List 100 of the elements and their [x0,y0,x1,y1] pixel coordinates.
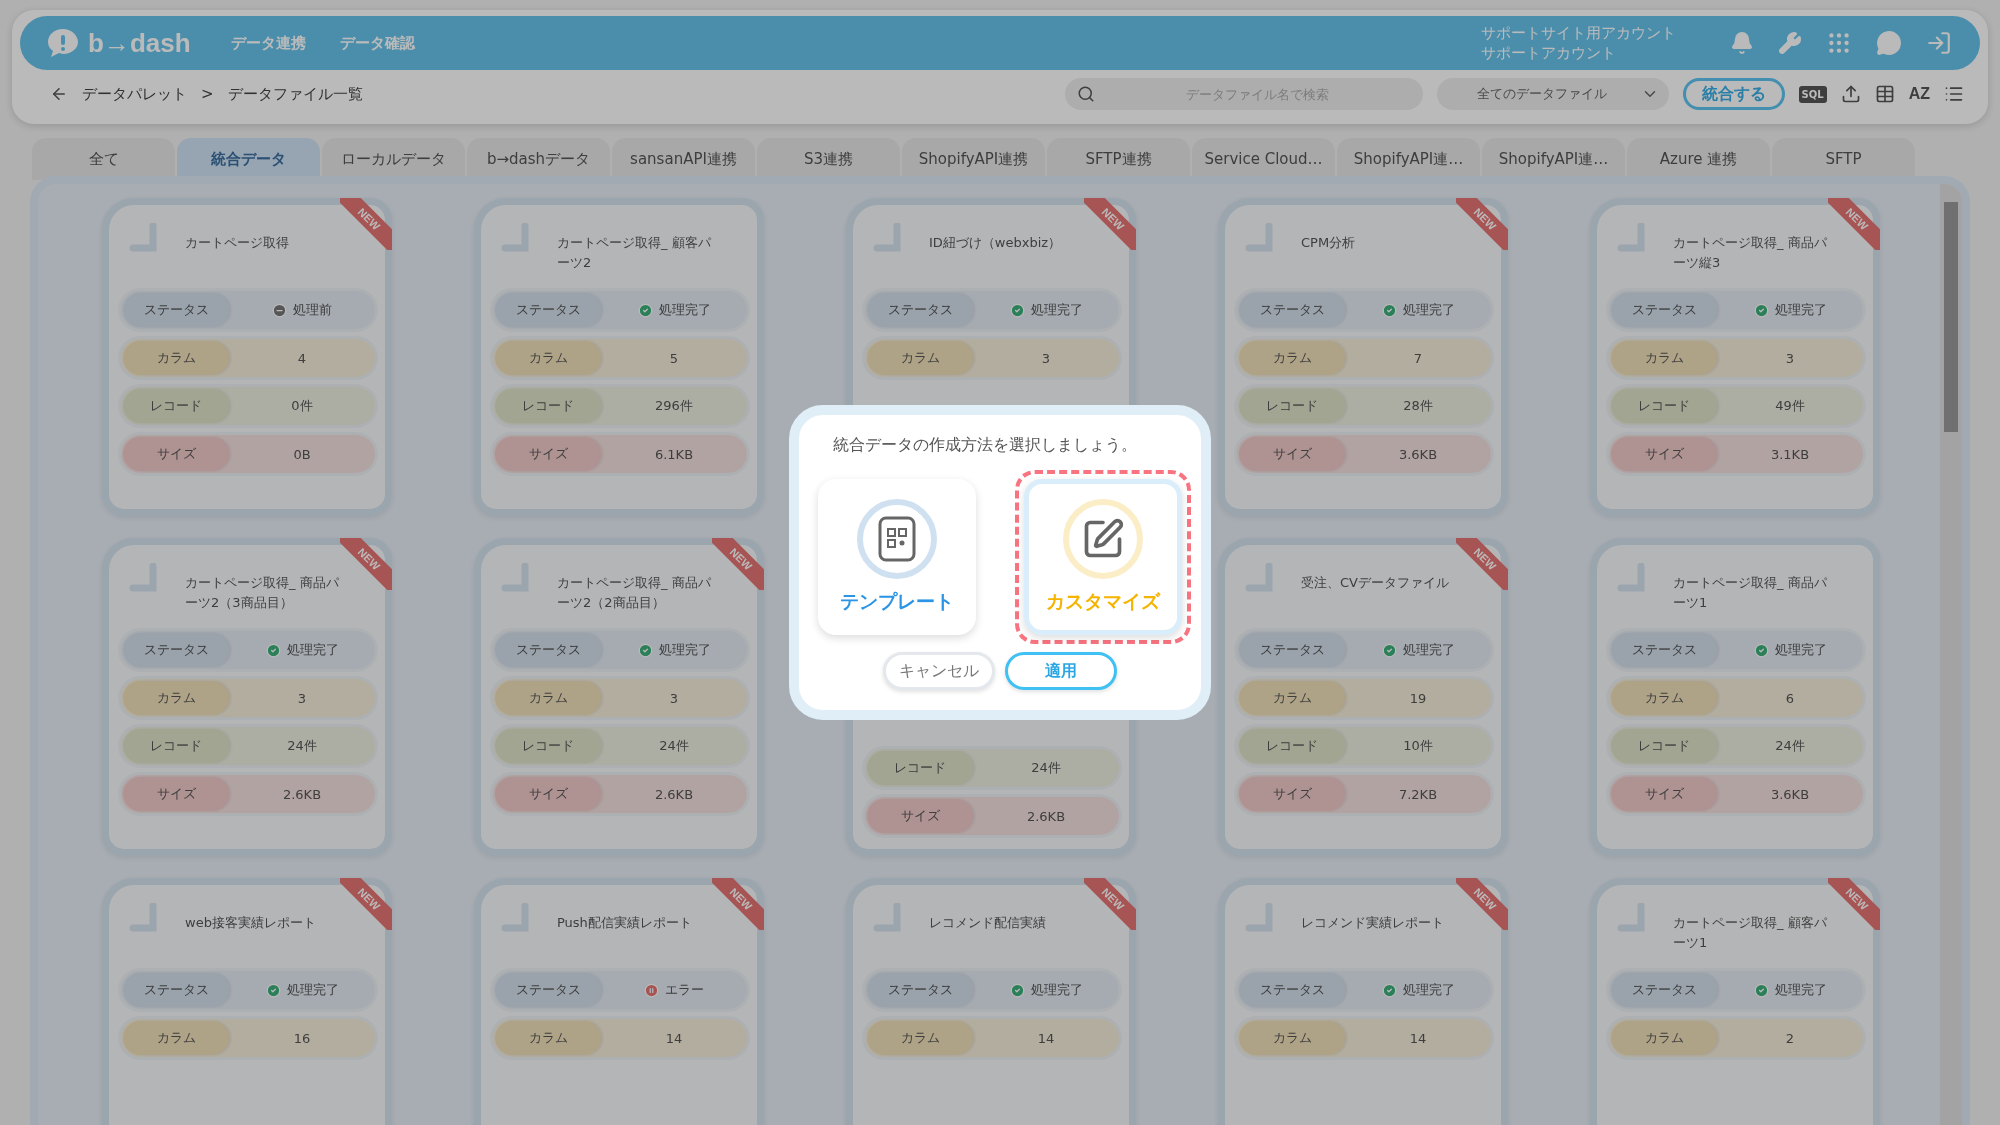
row-value: 処理完了 [1030,301,1083,319]
table-icon[interactable] [1874,84,1895,104]
row-label: カラム [1611,341,1717,375]
row-label: カラム [123,681,229,715]
row-value: 4 [297,350,307,366]
row-label: サイズ [123,437,229,471]
row-label: ステータス [495,633,601,667]
row-label: カラム [123,1021,229,1055]
row-label: カラム [1611,1021,1717,1055]
row-value: 処理完了 [1774,301,1827,319]
row-value: 6.1KB [654,446,694,462]
row-label: サイズ [495,437,601,471]
row-label: カラム [1239,341,1345,375]
row-label: カラム [1239,681,1345,715]
row-value: 処理前 [293,301,332,319]
card-title: web接客実績レポート [185,914,317,932]
row-label: ステータス [123,293,229,327]
check-icon [1381,982,1397,998]
check-icon [1009,982,1025,998]
row-label: ステータス [1611,633,1717,667]
row-label: レコード [495,729,601,763]
row-label: サイズ [867,799,973,833]
upload-icon[interactable] [1840,84,1861,104]
bell-icon[interactable] [1730,31,1754,55]
row-label: サイズ [123,777,229,811]
row-label: サイズ [495,777,601,811]
sort-button[interactable]: AZ [1908,85,1930,103]
row-value: 296件 [655,397,693,415]
check-icon [1381,302,1397,318]
row-value: 処理完了 [1402,641,1455,659]
row-label: カラム [495,341,601,375]
row-value: 処理完了 [1774,641,1827,659]
row-value: 24件 [1031,759,1061,777]
row-label: ステータス [867,293,973,327]
row-label: ステータス [123,633,229,667]
card-title: カートページ取得 [185,234,290,252]
breadcrumb-item: > [201,85,214,103]
check-icon [1753,982,1769,998]
search-icon [1076,85,1095,103]
card-title: ID紐づけ（webxbiz） [929,234,1063,252]
check-icon [637,302,653,318]
row-value: 処理完了 [1774,981,1827,999]
row-label: サイズ [1239,437,1345,471]
sql-button[interactable]: SQL [1798,85,1827,103]
data-file-card[interactable]: カートページ取得_ 商品パーツ1 ステータス 処理完了 カラム 6 レコード 24件 サイズ 3.6KB [1590,538,1880,856]
chat-icon[interactable] [1876,30,1902,56]
row-value: 14 [1409,1030,1427,1046]
account-name: サポートアカウント [1481,43,1617,63]
check-icon [637,642,653,658]
row-value: 14 [665,1030,683,1046]
row-label: レコード [495,389,601,423]
row-label: レコード [123,389,229,423]
logout-icon[interactable] [1926,30,1952,56]
row-value: エラー [665,981,704,999]
row-value: 3 [1041,350,1051,366]
card-title: カートページ取得_ 商品パーツ縦3 [1673,234,1827,272]
row-value: 0件 [291,397,313,415]
file-filter-select[interactable]: 全てのデータファイル [1436,78,1669,110]
row-label: ステータス [1239,973,1345,1007]
logo-icon [46,27,80,59]
row-label: レコード [1239,729,1345,763]
data-file-card[interactable]: カートページ取得_ 顧客パーツ2 ステータス 処理完了 カラム 5 レコード 296件 サイズ 6.1KB [474,198,764,516]
row-label: ステータス [867,973,973,1007]
row-label: レコード [123,729,229,763]
scroll-bar[interactable] [1940,184,1962,1125]
row-value: 6 [1785,690,1795,706]
cancel-button[interactable]: キャンセル [883,652,995,690]
check-icon [1009,302,1025,318]
row-value: 3 [297,690,307,706]
row-label: カラム [495,681,601,715]
account-name: サポートサイト用アカウント [1481,23,1676,43]
apply-button[interactable]: 適用 [1005,652,1117,690]
row-value: 16 [293,1030,311,1046]
row-label: レコード [867,751,973,785]
tab[interactable]: 全て [32,138,175,180]
row-label: サイズ [1611,777,1717,811]
row-label: ステータス [495,293,601,327]
row-value: 2 [1785,1030,1795,1046]
row-label: ステータス [123,973,229,1007]
back-icon[interactable] [50,85,68,103]
row-value: 処理完了 [286,641,339,659]
row-label: ステータス [495,973,601,1007]
row-label: サイズ [1239,777,1345,811]
option-card[interactable]: テンプレート [818,479,976,635]
row-value: 19 [1409,690,1427,706]
row-label: レコード [1611,389,1717,423]
row-value: 処理完了 [658,301,711,319]
row-label: サイズ [1611,437,1717,471]
list-icon[interactable] [1944,84,1964,104]
grid-icon[interactable] [1826,30,1852,56]
row-value: 24件 [1775,737,1805,755]
row-value: 7 [1413,350,1423,366]
row-value: 10件 [1403,737,1433,755]
row-label: カラム [1239,1021,1345,1055]
card-title: レコメンド配信実績 [929,914,1047,932]
breadcrumb-item[interactable]: データパレット [82,84,187,104]
row-label: カラム [867,341,973,375]
row-value: 28件 [1403,397,1433,415]
check-icon [265,982,281,998]
wrench-icon[interactable] [1778,31,1802,55]
